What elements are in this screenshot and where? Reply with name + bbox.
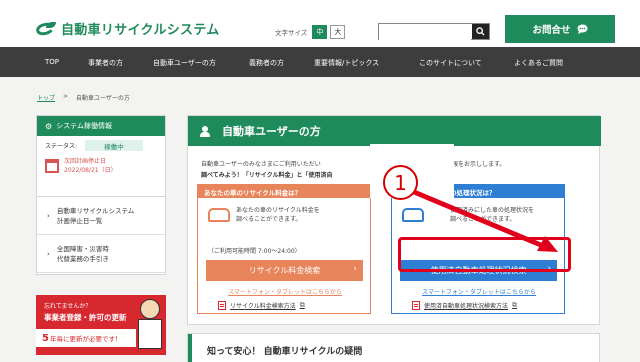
maintenance-date: 2022/08/21（日） xyxy=(64,167,117,174)
nav-item-car-user[interactable]: 自動車ユーザーの方 xyxy=(153,58,216,68)
chat-bubble-icon xyxy=(577,24,587,34)
nav-item-topics[interactable]: 重要情報/トピックス xyxy=(314,58,379,68)
recycle-fee-guide-label: リサイクル料金検索方法 xyxy=(230,303,296,310)
search-box xyxy=(378,23,490,45)
nav-item-top[interactable]: TOP xyxy=(45,58,59,66)
disposal-status-smartphone-link[interactable]: スマートフォン・タブレットはこちらから xyxy=(392,287,566,296)
chevron-right-icon: › xyxy=(353,264,357,274)
nav-item-faq[interactable]: よくあるご質問 xyxy=(514,58,563,68)
banner-strip-text: 年毎に更新が必要です！ xyxy=(49,335,122,343)
font-size-label: 文字サイズ xyxy=(275,29,308,37)
recycle-fee-body: あなたの車のリサイクル料金を 調べることができます。 （ご利用可能時間 7:00… xyxy=(198,198,370,258)
recycle-fee-search-label: リサイクル料金検索 xyxy=(248,266,321,275)
breadcrumb-separator: > xyxy=(63,93,69,100)
person-icon xyxy=(200,125,210,137)
sidebar-link-line1: 自動車リサイクルシステム xyxy=(56,206,135,215)
font-size-medium-button[interactable]: 中 xyxy=(312,25,328,39)
banner-small-text: 忘れてませんか？ xyxy=(44,303,92,310)
car-icon xyxy=(402,208,424,222)
faq-section: 知って安心！ 自動車リサイクルの疑問 xyxy=(187,333,600,362)
step-number-badge: 1 xyxy=(383,165,418,200)
car-icon xyxy=(208,208,230,222)
maintenance-text: 次回計画停止日 2022/08/21（日） xyxy=(64,157,117,175)
system-status-header: ⚙ システム稼働情報 xyxy=(37,116,165,136)
service-hours: （ご利用可能時間 7:00～24:00） xyxy=(208,248,301,255)
font-size-large-button[interactable]: 大 xyxy=(330,25,346,39)
banner-strip: 5 年毎に更新が必要です！ xyxy=(36,329,136,347)
status-label: ステータス: xyxy=(45,143,78,150)
nav-item-business[interactable]: 事業者の方 xyxy=(88,58,123,68)
banner-headline: 事業者登録・許可の更新 xyxy=(44,313,127,322)
external-link-icon: ⧉ xyxy=(512,301,518,309)
nav-item-obligor[interactable]: 義務者の方 xyxy=(249,58,284,68)
faq-accent-bar xyxy=(188,334,192,362)
panel-title: 自動車ユーザーの方 xyxy=(222,125,321,138)
pdf-icon xyxy=(412,301,420,310)
contact-label: お問合せ xyxy=(532,25,571,36)
status-badge: 稼働中 xyxy=(85,140,144,151)
breadcrumb-current: 自動車ユーザーの方 xyxy=(76,95,130,102)
page: 自動車リサイクルシステム 文字サイズ 中 大 お問合せ TOP 事業者の方 自動… xyxy=(0,0,640,362)
logo-text: 自動車リサイクルシステム xyxy=(61,23,220,38)
description-line1: 使用済みにした車の処理状況を xyxy=(450,207,535,214)
search-icon xyxy=(476,27,485,36)
recycle-fee-search-button[interactable]: リサイクル料金検索 › xyxy=(206,260,363,281)
pdf-icon xyxy=(218,301,226,310)
chevron-right-icon: › xyxy=(47,211,50,220)
disposal-status-guide-label: 使用済自動車処理状況検索方法 xyxy=(424,303,509,310)
sidebar-link-line1: 全国障害・災害時 xyxy=(56,244,109,253)
intro-text-end: 情報をお示しします。 xyxy=(446,161,506,168)
breadcrumb: トップ > 自動車ユーザーの方 xyxy=(37,93,130,102)
site-header: 自動車リサイクルシステム 文字サイズ 中 大 お問合せ xyxy=(0,0,640,47)
system-status-title: システム稼働情報 xyxy=(56,122,112,130)
gear-icon: ⚙ xyxy=(45,121,53,131)
description-line2: 調べることができます。 xyxy=(450,216,516,223)
recycle-fee-card: あなたの車のリサイクル料金は？ あなたの車のリサイクル料金を 調べることができま… xyxy=(197,184,371,314)
disposal-status-guide-link[interactable]: 使用済自動車処理状況検索方法 ⧉ xyxy=(412,301,517,310)
intro-bold-text: 調べてみよう！「リサイクル料金」と「使用済自 xyxy=(201,172,333,179)
intro-text: 自動車ユーザーのみなさまにご利用いただい xyxy=(201,161,321,168)
renewal-banner[interactable]: 忘れてませんか？ 事業者登録・許可の更新 5 年毎に更新が必要です！ xyxy=(36,295,166,355)
disposal-status-description: 使用済みにした車の処理状況を 調べることができます。 xyxy=(450,206,550,224)
nav-item-about[interactable]: このサイトについて xyxy=(419,58,482,68)
sidebar-links: › 自動車リサイクルシステム 計画停止日一覧 › 全国障害・災害時 代替業務の手… xyxy=(36,197,166,275)
search-input[interactable] xyxy=(379,29,471,45)
site-logo[interactable]: 自動車リサイクルシステム xyxy=(34,19,220,38)
breadcrumb-home-link[interactable]: トップ xyxy=(37,93,55,102)
mascot-illustration xyxy=(138,299,162,349)
search-button[interactable] xyxy=(472,24,489,39)
panel-header: 自動車ユーザーの方 xyxy=(188,116,601,146)
system-status-box: ⚙ システム稼働情報 ステータス: 稼働中 次回計画停止日 2022/08/21… xyxy=(36,115,166,197)
sidebar-link-line2: 計画停止日一覧 xyxy=(56,216,103,225)
faq-title: 知って安心！ 自動車リサイクルの疑問 xyxy=(207,347,363,357)
sidebar-link-label: 全国障害・災害時 代替業務の手引き xyxy=(57,244,109,264)
sidebar-link-label: 自動車リサイクルシステム 計画停止日一覧 xyxy=(57,206,134,226)
recycle-logo-icon xyxy=(34,20,58,37)
description-line1: あなたの車のリサイクル料金を xyxy=(236,207,320,214)
sidebar-link-line2: 代替業務の手引き xyxy=(56,254,109,263)
recycle-fee-description: あなたの車のリサイクル料金を 調べることができます。 xyxy=(236,206,336,224)
chevron-right-icon: › xyxy=(47,249,50,258)
contact-button[interactable]: お問合せ xyxy=(505,15,615,43)
font-size-switcher: 文字サイズ 中 大 xyxy=(275,25,348,39)
recycle-fee-guide-link[interactable]: リサイクル料金検索方法 ⧉ xyxy=(218,301,305,310)
sidebar-link-maintenance-list[interactable]: › 自動車リサイクルシステム 計画停止日一覧 xyxy=(37,197,165,235)
recycle-fee-heading: あなたの車のリサイクル料金は？ xyxy=(198,185,370,198)
recycle-fee-smartphone-link[interactable]: スマートフォン・タブレットはこちらから xyxy=(198,287,372,296)
banner-number: 5 xyxy=(42,332,49,344)
annotation-highlight-box xyxy=(398,237,571,272)
sidebar-link-disaster-guide[interactable]: › 全国障害・災害時 代替業務の手引き xyxy=(37,235,165,273)
description-line2: 調べることができます。 xyxy=(236,216,302,223)
maintenance-title: 次回計画停止日 xyxy=(64,158,107,165)
next-maintenance: 次回計画停止日 2022/08/21（日） xyxy=(37,155,165,177)
calendar-icon xyxy=(45,159,59,173)
external-link-icon: ⧉ xyxy=(299,301,305,309)
global-nav: TOP 事業者の方 自動車ユーザーの方 義務者の方 重要情報/トピックス このサ… xyxy=(0,47,640,77)
status-row: ステータス: 稼働中 xyxy=(37,136,165,155)
